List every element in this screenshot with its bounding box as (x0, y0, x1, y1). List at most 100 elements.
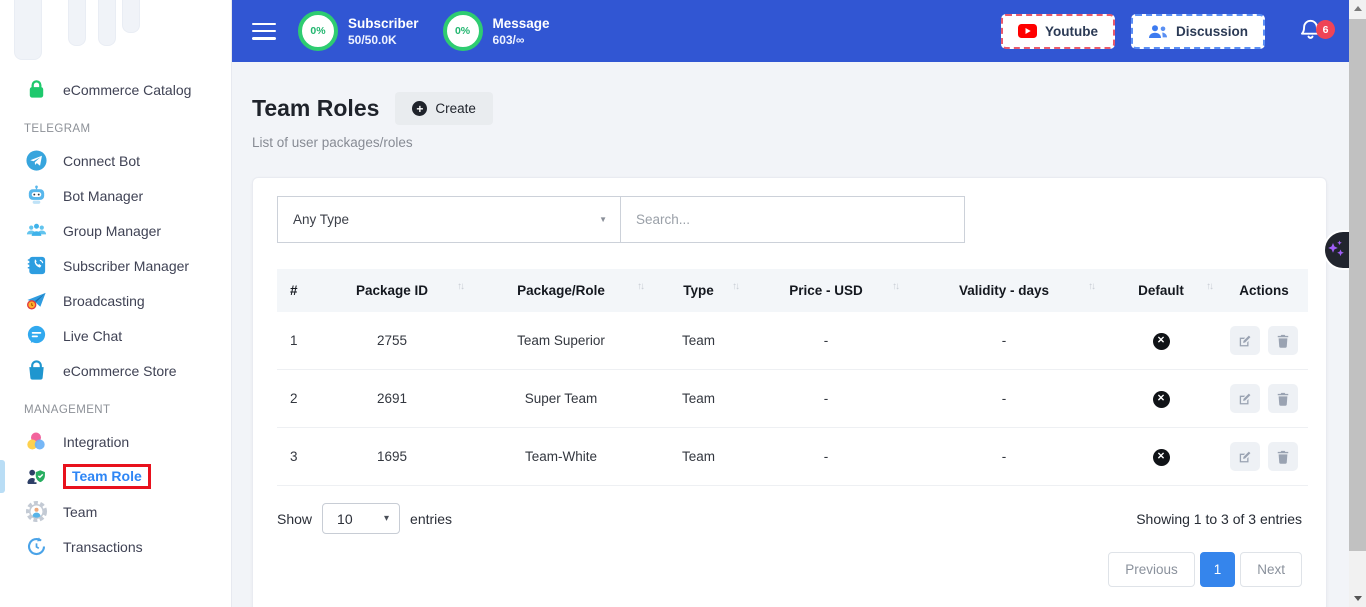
shopping-bag-icon (24, 359, 48, 383)
youtube-button[interactable]: Youtube (1001, 14, 1115, 49)
top-navbar: 0% Subscriber 50/50.0K 0% Message 603/∞ … (232, 0, 1349, 62)
next-page-button[interactable]: Next (1240, 552, 1302, 587)
cell-actions (1220, 370, 1308, 428)
entries-label: entries (410, 511, 452, 527)
sidebar-section-management: MANAGEMENT (0, 404, 231, 416)
sidebar: eCommerce Catalog TELEGRAM Connect Bot B… (0, 0, 232, 607)
cell-package-id: 2755 (313, 312, 471, 370)
edit-button[interactable] (1230, 384, 1260, 413)
sidebar-item-team-role[interactable]: Team Role (0, 459, 231, 494)
sort-icon[interactable]: ↑↓ (892, 281, 898, 292)
main-area: 0% Subscriber 50/50.0K 0% Message 603/∞ … (232, 0, 1349, 607)
users-icon (1148, 24, 1168, 39)
message-label: Message (493, 16, 550, 31)
subscriber-progress: 0% Subscriber 50/50.0K (298, 11, 419, 51)
sidebar-item-transactions[interactable]: Transactions (0, 529, 231, 564)
search-input[interactable] (621, 196, 965, 243)
cell-actions (1220, 312, 1308, 370)
contact-phone-icon (24, 254, 48, 278)
discussion-button[interactable]: Discussion (1131, 14, 1265, 49)
header-type[interactable]: Type↑↓ (651, 269, 746, 312)
create-button[interactable]: + Create (395, 92, 493, 125)
cell-package-role: Team-White (471, 428, 651, 486)
sidebar-item-integration[interactable]: Integration (0, 424, 231, 459)
delete-button[interactable] (1268, 384, 1298, 413)
sidebar-item-ecommerce-store[interactable]: eCommerce Store (0, 353, 231, 388)
not-default-icon: ✕ (1153, 333, 1170, 350)
paper-plane-badge-icon (24, 289, 48, 313)
sort-icon[interactable]: ↑↓ (637, 281, 643, 292)
page-size-select[interactable]: 10 ▾ (322, 503, 400, 534)
sidebar-item-label: Connect Bot (63, 153, 140, 169)
sidebar-item-label: Bot Manager (63, 188, 143, 204)
cell-type: Team (651, 370, 746, 428)
cell-actions (1220, 428, 1308, 486)
sidebar-item-label: eCommerce Store (63, 363, 177, 379)
sidebar-item-label: Subscriber Manager (63, 258, 189, 274)
edit-button[interactable] (1230, 326, 1260, 355)
sidebar-item-label: Transactions (63, 539, 143, 555)
header-package-id[interactable]: Package ID↑↓ (313, 269, 471, 312)
placeholder-bar (98, 0, 116, 46)
page-size-value: 10 (337, 511, 353, 527)
sort-icon[interactable]: ↑↓ (1206, 281, 1212, 292)
not-default-icon: ✕ (1153, 449, 1170, 466)
notifications-bell[interactable]: 6 (1297, 16, 1327, 46)
table-row: 2 2691 Super Team Team - - ✕ (277, 370, 1308, 428)
page-content: Team Roles + Create List of user package… (232, 62, 1349, 607)
sidebar-item-label: Team Role (63, 464, 151, 489)
table-row: 3 1695 Team-White Team - - ✕ (277, 428, 1308, 486)
sort-icon[interactable]: ↑↓ (732, 281, 738, 292)
type-filter-select[interactable]: Any Type ▼ (277, 196, 621, 243)
type-filter-value: Any Type (293, 212, 349, 227)
telegram-plane-icon (24, 149, 48, 173)
sort-icon[interactable]: ↑↓ (457, 281, 463, 292)
header-num: # (277, 269, 313, 312)
create-button-label: Create (435, 101, 476, 116)
vertical-scrollbar[interactable] (1349, 0, 1366, 607)
scroll-up-arrow[interactable] (1349, 0, 1366, 17)
sidebar-item-label: Live Chat (63, 328, 122, 344)
lock-icon (24, 78, 48, 102)
roles-table: # Package ID↑↓ Package/Role↑↓ Type↑↓ Pri… (277, 269, 1308, 486)
page-1-button[interactable]: 1 (1200, 552, 1236, 587)
placeholder-bar (68, 0, 86, 46)
sidebar-item-connect-bot[interactable]: Connect Bot (0, 143, 231, 178)
sidebar-item-group-manager[interactable]: Group Manager (0, 213, 231, 248)
notification-count-badge: 6 (1316, 20, 1335, 39)
header-default[interactable]: Default↑↓ (1102, 269, 1220, 312)
edit-button[interactable] (1230, 442, 1260, 471)
plus-circle-icon: + (412, 101, 427, 116)
cell-default: ✕ (1102, 428, 1220, 486)
cell-type: Team (651, 428, 746, 486)
people-group-icon (24, 219, 48, 243)
not-default-icon: ✕ (1153, 391, 1170, 408)
scrollbar-thumb[interactable] (1349, 19, 1366, 551)
header-package-role[interactable]: Package/Role↑↓ (471, 269, 651, 312)
youtube-icon (1018, 24, 1037, 38)
table-header-row: # Package ID↑↓ Package/Role↑↓ Type↑↓ Pri… (277, 269, 1308, 312)
scroll-down-arrow[interactable] (1349, 590, 1366, 607)
chevron-down-icon: ▾ (384, 513, 389, 524)
header-price[interactable]: Price - USD↑↓ (746, 269, 906, 312)
cell-package-role: Team Superior (471, 312, 651, 370)
sidebar-item-subscriber-manager[interactable]: Subscriber Manager (0, 248, 231, 283)
subscriber-progress-ring: 0% (298, 11, 338, 51)
previous-page-button[interactable]: Previous (1108, 552, 1195, 587)
sidebar-item-ecommerce-catalog[interactable]: eCommerce Catalog (0, 72, 231, 107)
delete-button[interactable] (1268, 442, 1298, 471)
sidebar-item-bot-manager[interactable]: Bot Manager (0, 178, 231, 213)
menu-toggle-icon[interactable] (252, 23, 276, 40)
cell-num: 1 (277, 312, 313, 370)
sidebar-item-team[interactable]: Team (0, 494, 231, 529)
sort-icon[interactable]: ↑↓ (1088, 281, 1094, 292)
sidebar-item-broadcasting[interactable]: Broadcasting (0, 283, 231, 318)
sidebar-item-live-chat[interactable]: Live Chat (0, 318, 231, 353)
delete-button[interactable] (1268, 326, 1298, 355)
person-shield-icon (24, 465, 48, 489)
sidebar-item-label: Group Manager (63, 223, 161, 239)
sidebar-item-label: Team (63, 504, 97, 520)
header-validity[interactable]: Validity - days↑↓ (906, 269, 1102, 312)
message-progress-ring: 0% (443, 11, 483, 51)
cell-validity: - (906, 312, 1102, 370)
